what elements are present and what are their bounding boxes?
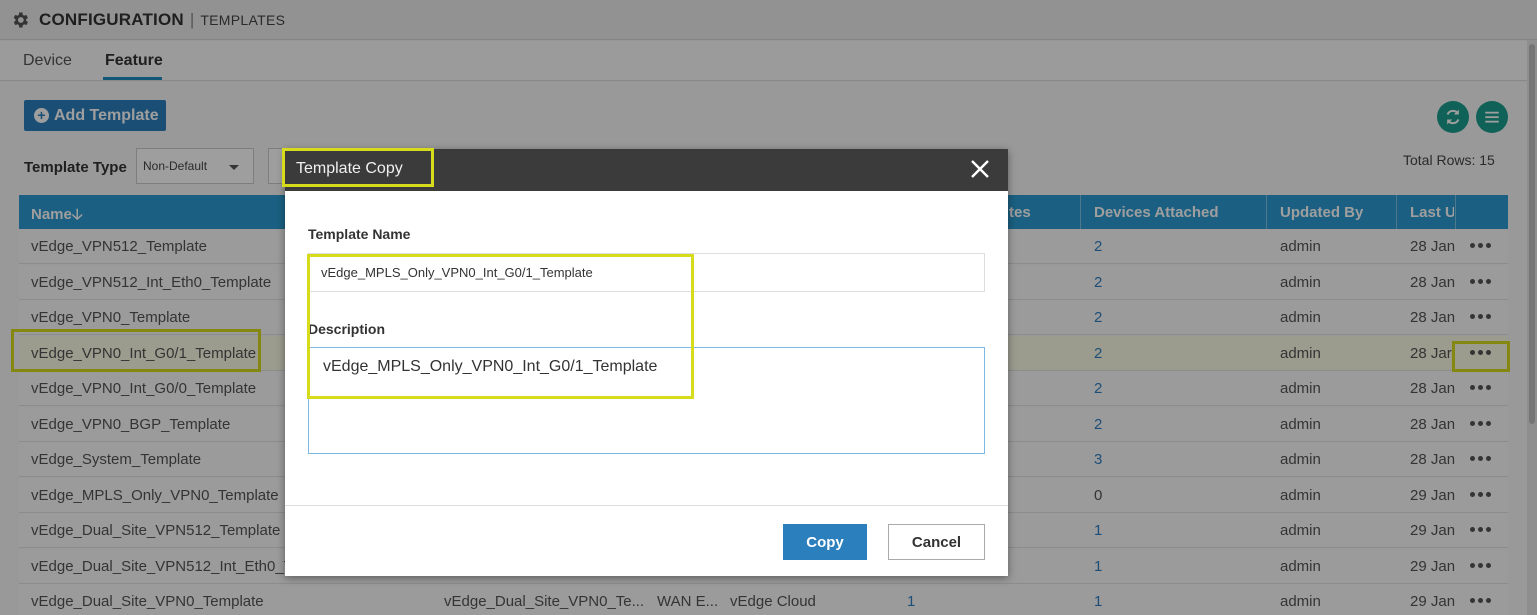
highlight-name-description	[307, 254, 694, 399]
cancel-button[interactable]: Cancel	[888, 524, 985, 560]
highlight-dialog-title	[282, 148, 434, 187]
template-name-label: Template Name	[308, 226, 411, 242]
dialog-footer-divider	[285, 505, 1008, 506]
copy-button[interactable]: Copy	[783, 524, 867, 560]
close-icon[interactable]	[969, 158, 991, 180]
